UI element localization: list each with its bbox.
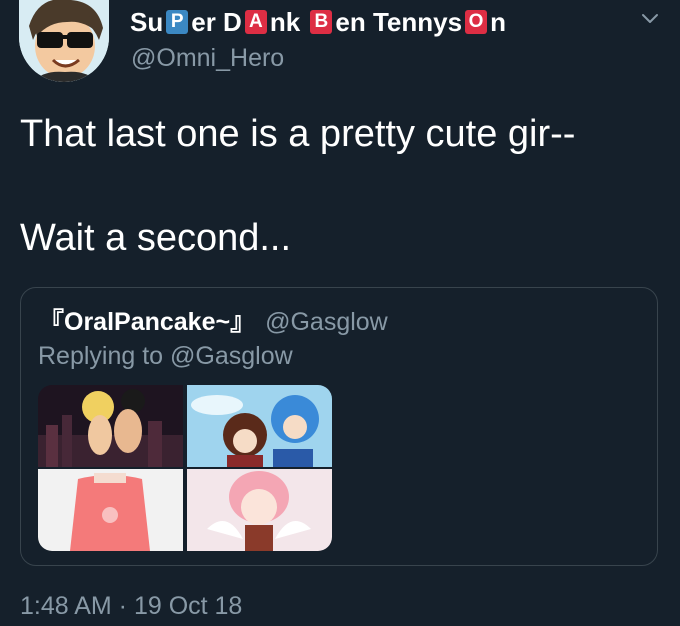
cartoon-avatar-icon: [19, 0, 109, 82]
quoted-author-handle: @Gasglow: [265, 308, 388, 336]
name-text-segment: n: [490, 6, 506, 37]
letter-badge-o-icon: O: [465, 10, 488, 34]
media-image-1[interactable]: [38, 385, 183, 467]
tweet-line-1: That last one is a pretty cute gir--: [20, 113, 576, 155]
tweet-line-2: Wait a second...: [20, 217, 292, 259]
name-text-segment: nk: [269, 6, 308, 37]
author-handle[interactable]: @Omni_Hero: [131, 44, 284, 73]
media-image-2[interactable]: [187, 385, 332, 467]
quoted-tweet[interactable]: 『OralPancake~』 @Gasglow Replying to @Gasg…: [20, 287, 658, 566]
media-image-4[interactable]: [187, 469, 332, 551]
media-grid[interactable]: [38, 385, 332, 551]
name-text-segment: Su: [130, 6, 164, 37]
tweet-text: That last one is a pretty cute gir-- Wai…: [20, 108, 660, 264]
letter-badge-p-icon: P: [166, 10, 189, 34]
name-text-segment: en Tennys: [335, 6, 463, 37]
avatar[interactable]: [19, 0, 109, 82]
quoted-header: 『OralPancake~』 @Gasglow: [39, 302, 388, 338]
quoted-author-name: 『OralPancake~』: [39, 308, 256, 336]
letter-badge-a-icon: A: [244, 10, 267, 34]
author-name[interactable]: Su Per D Ank Ben Tennys On: [130, 6, 506, 38]
reply-context: Replying to @Gasglow: [38, 342, 293, 370]
name-text-segment: er D: [191, 6, 242, 37]
media-image-3[interactable]: [38, 469, 183, 551]
chevron-down-icon[interactable]: [638, 6, 662, 30]
timestamp[interactable]: 1:48 AM · 19 Oct 18: [20, 592, 242, 621]
letter-badge-b-icon: B: [310, 10, 333, 34]
